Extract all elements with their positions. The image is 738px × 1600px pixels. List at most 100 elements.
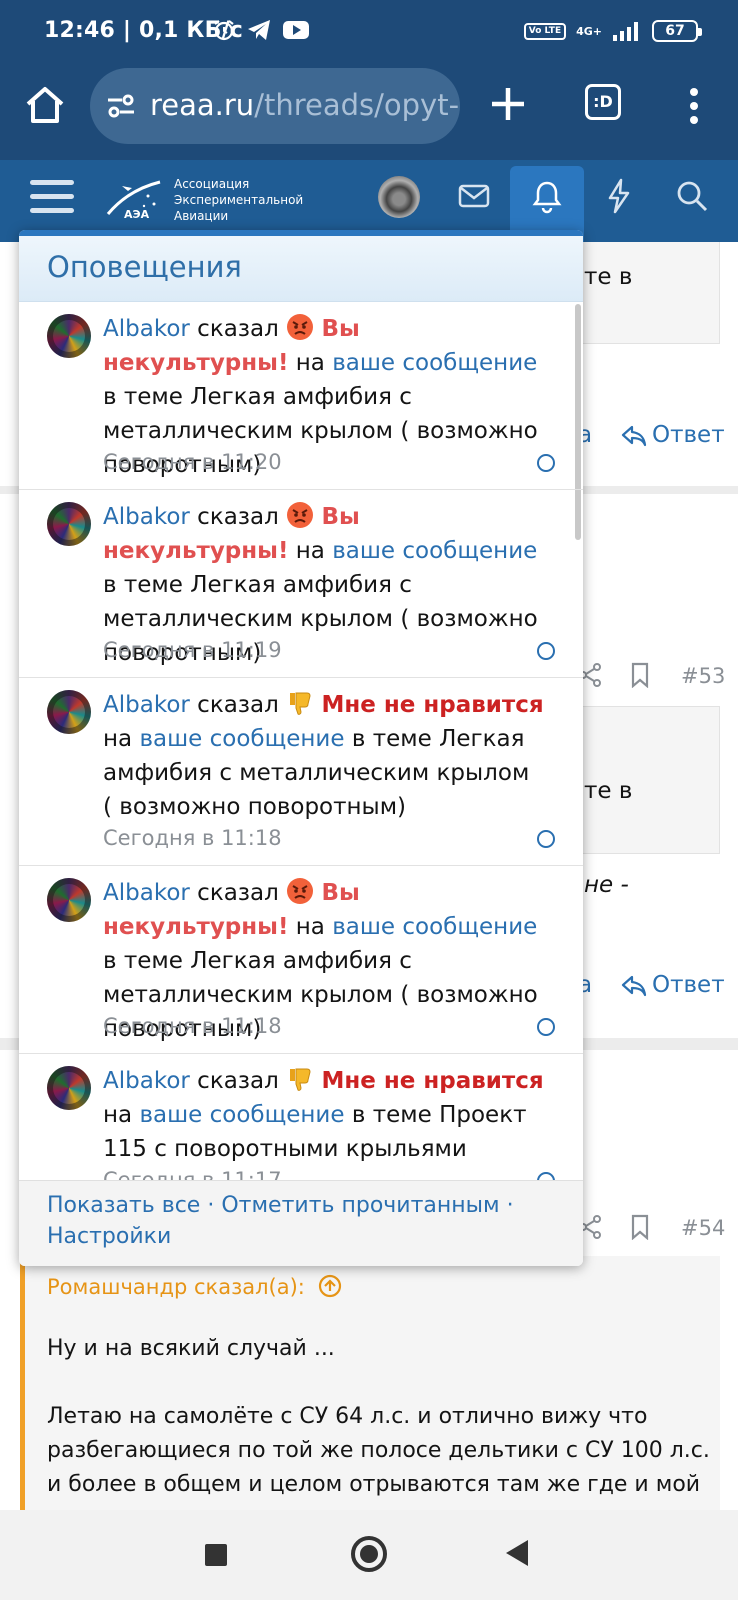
avatar[interactable]: [47, 878, 91, 922]
url-text[interactable]: reaa.ru/threads/opyt-p: [150, 88, 460, 122]
new-tab-icon[interactable]: [488, 82, 528, 126]
back-button[interactable]: [506, 1540, 528, 1566]
user-avatar[interactable]: [378, 176, 420, 218]
alert-user-link[interactable]: Albakor: [103, 504, 190, 530]
hamburger-menu-icon[interactable]: [30, 180, 74, 216]
inbox-icon[interactable]: [458, 182, 490, 210]
mark-read-toggle[interactable]: [537, 830, 555, 848]
more-menu-icon[interactable]: [682, 86, 706, 126]
alert-content-link[interactable]: ваше сообщение: [332, 350, 537, 376]
site-settings-icon[interactable]: [106, 94, 136, 118]
alerts-list[interactable]: Albakor сказал Вы некультурны! на ваше с…: [19, 302, 583, 1180]
alert-verb: сказал: [197, 1068, 279, 1094]
whats-new-icon[interactable]: [606, 178, 632, 214]
alert-item[interactable]: Albakor сказал Вы некультурны! на ваше с…: [19, 490, 583, 678]
url-path: /threads/opyt-p: [254, 88, 460, 122]
signal-icon: [613, 22, 638, 41]
url-host: reaa.ru: [150, 88, 255, 122]
reaction-label: Мне не нравится: [321, 692, 544, 718]
reaction-label: Мне не нравится: [321, 1068, 544, 1094]
alert-timestamp: Сегодня в 11:20: [103, 450, 282, 474]
alert-timestamp: Сегодня в 11:17: [103, 1168, 282, 1180]
thumbs-down-icon: [290, 1068, 311, 1091]
alert-timestamp: Сегодня в 11:19: [103, 638, 282, 662]
mark-read-toggle[interactable]: [537, 1172, 555, 1180]
alert-item[interactable]: Albakor сказал Мне не нравится на ваше с…: [19, 1054, 583, 1180]
reply-button[interactable]: Ответ: [652, 972, 725, 998]
reply-icon[interactable]: [620, 972, 648, 1000]
post-number[interactable]: #53: [681, 664, 725, 688]
mark-read-toggle[interactable]: [537, 642, 555, 660]
tab-switcher-button[interactable]: :D: [585, 84, 621, 120]
alert-user-link[interactable]: Albakor: [103, 880, 190, 906]
quote-line: Летаю на самолёте с СУ 64 л.с. и отлично…: [47, 1404, 648, 1429]
angry-face-icon: [287, 502, 314, 528]
recents-button[interactable]: [205, 1544, 227, 1566]
quote-body: Ну и на всякий случай ... Летаю на самол…: [47, 1332, 727, 1502]
reply-button[interactable]: Ответ: [652, 422, 725, 448]
popup-header: Оповещения: [19, 236, 583, 302]
popup-footer: Показать все · Отметить прочитанным · На…: [19, 1180, 583, 1266]
post-number[interactable]: #54: [681, 1216, 725, 1240]
youtube-icon: [283, 21, 309, 39]
show-all-link[interactable]: Показать все: [47, 1193, 200, 1218]
site-logo[interactable]: АЭА: [104, 176, 164, 222]
home-button[interactable]: [351, 1536, 387, 1572]
alert-preposition: на: [103, 1102, 133, 1128]
alert-preposition: на: [103, 726, 133, 752]
alert-user-link[interactable]: Albakor: [103, 692, 190, 718]
logo-text-line: Авиации: [174, 209, 229, 223]
quote-block: Ромашчандр сказал(а): Ну и на всякий слу…: [20, 1256, 720, 1510]
alert-content-link[interactable]: ваше сообщение: [139, 726, 344, 752]
angry-face-icon: [287, 878, 314, 904]
alert-content-link[interactable]: ваше сообщение: [332, 914, 537, 940]
quote-fragment: [560, 242, 720, 344]
alert-timestamp: Сегодня в 11:18: [103, 826, 282, 850]
popup-title[interactable]: Оповещения: [47, 250, 242, 284]
alert-user-link[interactable]: Albakor: [103, 1068, 190, 1094]
alert-content-link[interactable]: ваше сообщение: [332, 538, 537, 564]
reply-icon[interactable]: [620, 422, 648, 450]
mark-read-toggle[interactable]: [537, 454, 555, 472]
alert-item[interactable]: Albakor сказал Вы некультурны! на ваше с…: [19, 866, 583, 1054]
alert-timestamp: Сегодня в 11:18: [103, 1014, 282, 1038]
status-bar: 12:46 | 0,1 КБ/с Vo LTE 4G+ 67: [0, 0, 738, 62]
alert-user-link[interactable]: Albakor: [103, 316, 190, 342]
logo-mark: АЭА: [124, 208, 150, 221]
home-icon[interactable]: [22, 82, 68, 128]
alarm-icon: [214, 20, 234, 41]
quote-line: разбегающиеся по той же полосе дельтики …: [47, 1438, 710, 1463]
angry-face-icon: [287, 314, 314, 340]
telegram-icon: [248, 20, 270, 40]
avatar[interactable]: [47, 314, 91, 358]
alert-verb: сказал: [197, 316, 279, 342]
quote-author-name[interactable]: Ромашчандр сказал(а):: [47, 1275, 305, 1299]
battery-icon: 67: [652, 20, 702, 42]
search-icon[interactable]: [676, 180, 708, 212]
expand-quote-icon[interactable]: [318, 1274, 342, 1298]
footer-separator: ·: [200, 1193, 222, 1218]
mark-read-link[interactable]: Отметить прочитанным: [221, 1193, 499, 1218]
quote-line: и более в общем и целом отрываются там ж…: [47, 1472, 701, 1497]
quote-author[interactable]: Ромашчандр сказал(а):: [47, 1274, 342, 1299]
alert-verb: сказал: [197, 504, 279, 530]
bookmark-icon[interactable]: [630, 1214, 650, 1240]
url-bar[interactable]: reaa.ru/threads/opyt-p: [90, 68, 460, 144]
alert-item[interactable]: Albakor сказал Мне не нравится на ваше с…: [19, 678, 583, 866]
footer-separator: ·: [499, 1193, 514, 1218]
network-type: 4G+: [576, 24, 602, 38]
alert-verb: сказал: [197, 692, 279, 718]
settings-link[interactable]: Настройки: [47, 1224, 171, 1249]
avatar[interactable]: [47, 502, 91, 546]
browser-toolbar: reaa.ru/threads/opyt-p :D: [0, 62, 738, 160]
post-snippet: не -: [584, 872, 629, 898]
alert-item[interactable]: Albakor сказал Вы некультурны! на ваше с…: [19, 302, 583, 490]
alert-content-link[interactable]: ваше сообщение: [139, 1102, 344, 1128]
avatar[interactable]: [47, 1066, 91, 1110]
bookmark-icon[interactable]: [630, 662, 650, 688]
post-snippet: те в: [584, 264, 633, 290]
mark-read-toggle[interactable]: [537, 1018, 555, 1036]
quote-line: Ну и на всякий случай ...: [47, 1336, 335, 1361]
avatar[interactable]: [47, 690, 91, 734]
logo-text-line: Экспериментальной: [174, 193, 304, 207]
